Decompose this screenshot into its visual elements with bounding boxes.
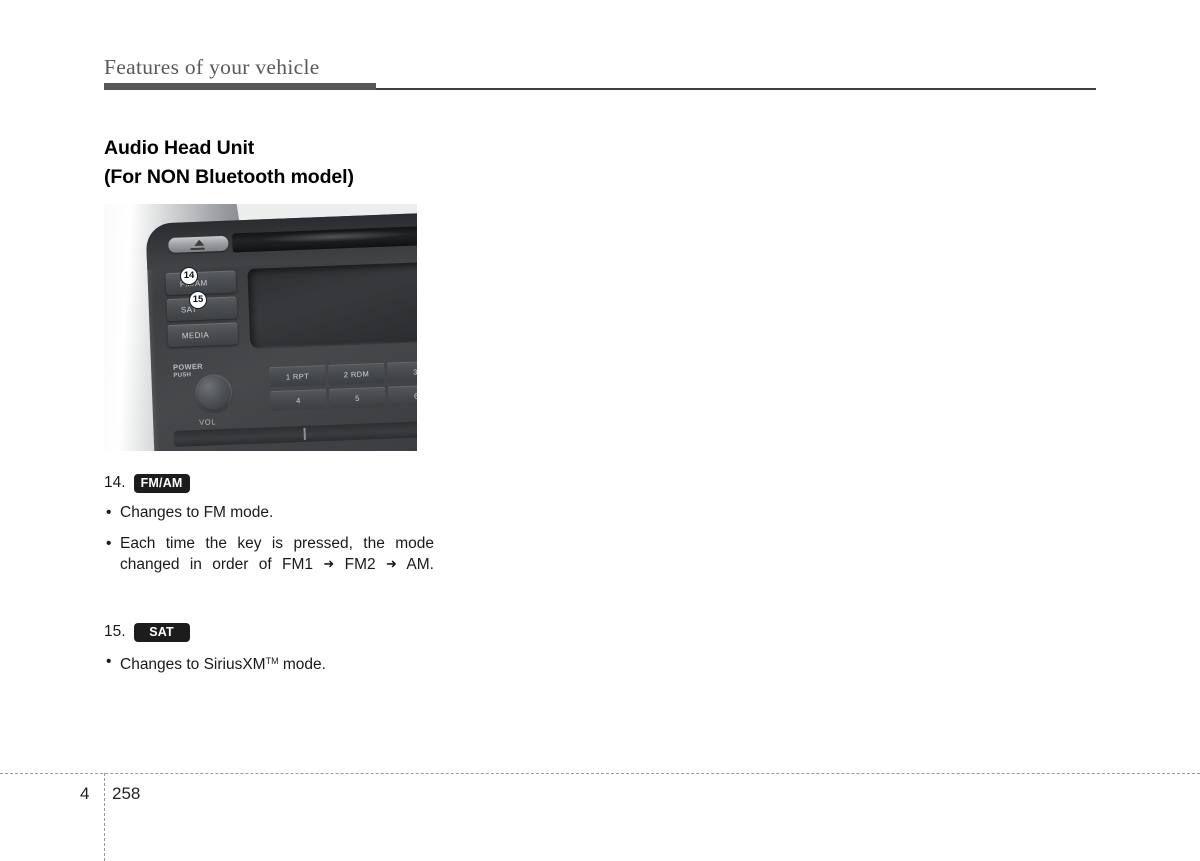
preset-button-1: 1 RPT xyxy=(269,365,326,388)
arrow-right-icon: ➜ xyxy=(323,556,335,571)
radio-display-screen xyxy=(247,261,417,349)
bullet-text: Changes to SiriusXMTM mode. xyxy=(120,651,434,676)
running-header: Features of your vehicle xyxy=(104,55,1100,91)
figure-callout-15: 15 xyxy=(189,291,207,309)
manual-item-15-bullet-1: • Changes to SiriusXMTM mode. xyxy=(104,651,434,676)
bullet-text: Each time the key is pressed, the mode c… xyxy=(120,533,434,598)
bullet-marker: • xyxy=(106,504,112,521)
figure-callout-14: 14 xyxy=(180,267,198,285)
header-rule-thick xyxy=(104,83,376,90)
eject-icon-bar xyxy=(190,247,205,250)
footer-horizontal-rule xyxy=(0,773,1200,774)
footer-vertical-rule xyxy=(104,773,105,861)
volume-knob xyxy=(196,375,231,410)
power-knob-label: POWER PUSH xyxy=(173,362,204,381)
bullet-marker: • xyxy=(106,653,112,670)
manual-item-14-heading: 14. FM/AM xyxy=(104,473,434,493)
volume-knob-label: VOL xyxy=(199,417,217,427)
manual-item-14-number: 14. xyxy=(104,474,126,491)
bullet-text-part-2: mode. xyxy=(278,656,326,673)
running-header-title: Features of your vehicle xyxy=(104,55,320,79)
bullet-text-part-1: Changes to SiriusXM xyxy=(120,656,266,673)
manual-item-15: 15. SAT • Changes to SiriusXMTM mode. xyxy=(104,622,434,676)
bullet-text-part-2: FM2 xyxy=(334,556,387,573)
arrow-right-icon: ➜ xyxy=(386,556,397,571)
manual-item-14: 14. FM/AM • Changes to FM mode. • Each t… xyxy=(104,473,434,597)
push-label-text: PUSH xyxy=(173,372,192,379)
preset-button-6: 6 xyxy=(387,384,417,407)
faceplate-key-media: MEDIA xyxy=(167,322,239,348)
eject-icon xyxy=(194,239,205,246)
preset-button-4: 4 xyxy=(270,389,327,412)
eject-button xyxy=(168,235,229,253)
manual-item-15-number: 15. xyxy=(104,623,126,640)
head-unit-faceplate: FM/AM SAT MEDIA POWER PUSH VOL 1 RPT 2 R… xyxy=(145,212,417,451)
manual-item-15-heading: 15. SAT xyxy=(104,622,434,642)
preset-button-grid: 1 RPT 2 RDM 3 4 5 6 xyxy=(269,360,417,412)
header-rule-thin xyxy=(376,88,1096,90)
trademark-symbol: TM xyxy=(265,656,279,666)
bullet-text-part-3: AM. xyxy=(396,556,434,573)
section-title: Audio Head Unit xyxy=(104,137,255,159)
preset-button-2: 2 RDM xyxy=(328,362,385,385)
audio-head-unit-figure: FM/AM SAT MEDIA POWER PUSH VOL 1 RPT 2 R… xyxy=(104,204,417,451)
bullet-marker: • xyxy=(106,534,112,552)
preset-button-3: 3 xyxy=(387,360,417,383)
footer-page-number: 258 xyxy=(112,784,141,803)
preset-button-5: 5 xyxy=(329,386,386,409)
section-subtitle: (For NON Bluetooth model) xyxy=(104,166,354,188)
footer-chapter-number: 4 xyxy=(80,784,90,803)
manual-item-14-bullet-1: • Changes to FM mode. xyxy=(104,502,434,524)
manual-item-14-bullet-2: • Each time the key is pressed, the mode… xyxy=(104,533,434,598)
faceplate-bottom-trim-divider xyxy=(303,427,306,440)
key-badge-sat: SAT xyxy=(133,622,190,642)
faceplate-key-media-label: MEDIA xyxy=(181,329,210,341)
bullet-text: Changes to FM mode. xyxy=(120,504,274,521)
key-badge-fmam: FM/AM xyxy=(133,473,190,493)
